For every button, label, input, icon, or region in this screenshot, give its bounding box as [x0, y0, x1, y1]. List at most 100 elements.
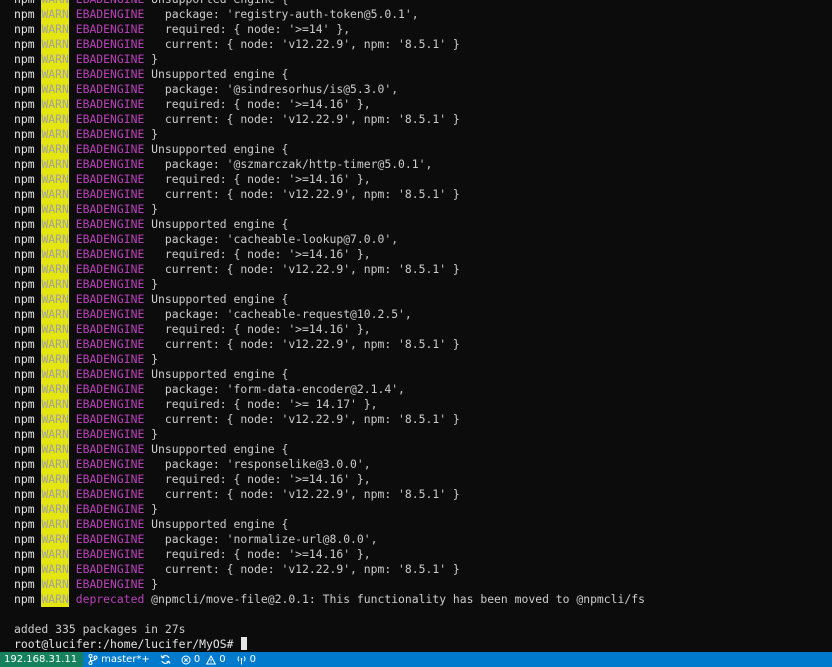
- terminal-line: npm WARN EBADENGINE }: [0, 52, 832, 67]
- ports-button[interactable]: 0: [231, 652, 261, 667]
- sync-icon: [160, 654, 171, 665]
- warn-message: package: 'form-data-encoder@2.1.4',: [151, 382, 405, 396]
- output-text: added 335 packages in 27s: [14, 622, 186, 636]
- git-branch-button[interactable]: master*+: [83, 652, 155, 667]
- warn-code: EBADENGINE: [75, 187, 145, 201]
- npm-prefix: npm: [14, 397, 35, 411]
- terminal-line: npm WARN EBADENGINE Unsupported engine {: [0, 217, 832, 232]
- terminal-line: npm WARN EBADENGINE package: 'responseli…: [0, 457, 832, 472]
- warn-badge: WARN: [41, 487, 69, 502]
- warn-code: EBADENGINE: [75, 442, 145, 456]
- remote-host-label: 192.168.31.11: [4, 654, 78, 665]
- warn-badge: WARN: [41, 412, 69, 427]
- warn-message: current: { node: 'v12.22.9', npm: '8.5.1…: [151, 562, 460, 576]
- warn-message: package: '@szmarczak/http-timer@5.0.1',: [151, 157, 433, 171]
- problems-button[interactable]: 0 0: [176, 652, 231, 667]
- warn-message: package: 'cacheable-lookup@7.0.0',: [151, 232, 399, 246]
- terminal-line: npm WARN EBADENGINE required: { node: '>…: [0, 547, 832, 562]
- terminal-cursor[interactable]: [241, 637, 248, 650]
- terminal-line: npm WARN EBADENGINE package: '@sindresor…: [0, 82, 832, 97]
- npm-prefix: npm: [14, 7, 35, 21]
- warn-badge: WARN: [41, 202, 69, 217]
- warn-message: current: { node: 'v12.22.9', npm: '8.5.1…: [151, 112, 460, 126]
- warn-badge: WARN: [41, 322, 69, 337]
- warn-badge: WARN: [41, 517, 69, 532]
- warn-message: required: { node: '>=14.16' },: [151, 97, 371, 111]
- warn-code: EBADENGINE: [75, 142, 145, 156]
- warn-badge: WARN: [41, 562, 69, 577]
- terminal-line: npm WARN EBADENGINE current: { node: 'v1…: [0, 112, 832, 127]
- terminal-line: npm WARN EBADENGINE current: { node: 'v1…: [0, 412, 832, 427]
- warn-message: required: { node: '>=14.16' },: [151, 247, 371, 261]
- git-branch-label: master*+: [101, 654, 150, 665]
- warn-code: EBADENGINE: [75, 172, 145, 186]
- npm-prefix: npm: [14, 412, 35, 426]
- warn-code: EBADENGINE: [75, 547, 145, 561]
- warn-code: EBADENGINE: [75, 487, 145, 501]
- terminal-panel[interactable]: npm WARN EBADENGINE Unsupported engine {…: [0, 0, 832, 652]
- terminal-line: npm WARN EBADENGINE Unsupported engine {: [0, 142, 832, 157]
- terminal-line: npm WARN EBADENGINE }: [0, 127, 832, 142]
- warn-badge: WARN: [41, 442, 69, 457]
- terminal-line: npm WARN EBADENGINE Unsupported engine {: [0, 442, 832, 457]
- warn-code: EBADENGINE: [75, 562, 145, 576]
- warn-message: current: { node: 'v12.22.9', npm: '8.5.1…: [151, 37, 460, 51]
- warn-code: EBADENGINE: [75, 82, 145, 96]
- warn-code: EBADENGINE: [75, 52, 145, 66]
- warn-message: }: [151, 577, 159, 591]
- warn-message: required: { node: '>=14.16' },: [151, 472, 371, 486]
- warn-code: EBADENGINE: [75, 247, 145, 261]
- warn-badge: WARN: [41, 472, 69, 487]
- warn-code: EBADENGINE: [75, 337, 145, 351]
- npm-prefix: npm: [14, 487, 35, 501]
- warn-badge: WARN: [41, 577, 69, 592]
- warn-message: current: { node: 'v12.22.9', npm: '8.5.1…: [151, 262, 460, 276]
- terminal-line: npm WARN EBADENGINE current: { node: 'v1…: [0, 37, 832, 52]
- warn-badge: WARN: [41, 352, 69, 367]
- warn-badge: WARN: [41, 382, 69, 397]
- terminal-line: npm WARN EBADENGINE current: { node: 'v1…: [0, 187, 832, 202]
- npm-prefix: npm: [14, 292, 35, 306]
- warn-code: EBADENGINE: [75, 202, 145, 216]
- warn-message: Unsupported engine {: [151, 217, 289, 231]
- npm-prefix: npm: [14, 247, 35, 261]
- warn-badge: WARN: [41, 427, 69, 442]
- npm-prefix: npm: [14, 547, 35, 561]
- terminal-line: npm WARN EBADENGINE Unsupported engine {: [0, 292, 832, 307]
- warn-message: required: { node: '>=14' },: [151, 22, 351, 36]
- warn-badge: WARN: [41, 337, 69, 352]
- terminal-line: npm WARN EBADENGINE required: { node: '>…: [0, 472, 832, 487]
- sync-changes-button[interactable]: [155, 652, 176, 667]
- terminal-line: npm WARN EBADENGINE }: [0, 277, 832, 292]
- npm-prefix: npm: [14, 457, 35, 471]
- npm-prefix: npm: [14, 202, 35, 216]
- npm-prefix: npm: [14, 337, 35, 351]
- terminal-line: npm WARN EBADENGINE Unsupported engine {: [0, 367, 832, 382]
- npm-prefix: npm: [14, 502, 35, 516]
- npm-prefix: npm: [14, 382, 35, 396]
- warn-badge: WARN: [41, 547, 69, 562]
- error-count: 0: [193, 654, 201, 665]
- warn-badge: WARN: [41, 142, 69, 157]
- npm-prefix: npm: [14, 142, 35, 156]
- npm-prefix: npm: [14, 532, 35, 546]
- terminal-line: npm WARN deprecated @npmcli/move-file@2.…: [0, 592, 832, 607]
- npm-prefix: npm: [14, 367, 35, 381]
- warn-code: EBADENGINE: [75, 112, 145, 126]
- warn-badge: WARN: [41, 157, 69, 172]
- warn-code: EBADENGINE: [75, 517, 145, 531]
- ports-count: 0: [249, 654, 256, 665]
- remote-host-indicator[interactable]: 192.168.31.11: [0, 652, 84, 667]
- npm-prefix: npm: [14, 52, 35, 66]
- npm-prefix: npm: [14, 217, 35, 231]
- terminal-line: npm WARN EBADENGINE current: { node: 'v1…: [0, 337, 832, 352]
- warn-badge: WARN: [41, 187, 69, 202]
- warn-badge: WARN: [41, 262, 69, 277]
- npm-prefix: npm: [14, 172, 35, 186]
- warn-message: }: [151, 427, 159, 441]
- warn-code: deprecated: [75, 592, 145, 606]
- warn-code: EBADENGINE: [75, 292, 145, 306]
- npm-prefix: npm: [14, 577, 35, 591]
- warn-badge: WARN: [41, 67, 69, 82]
